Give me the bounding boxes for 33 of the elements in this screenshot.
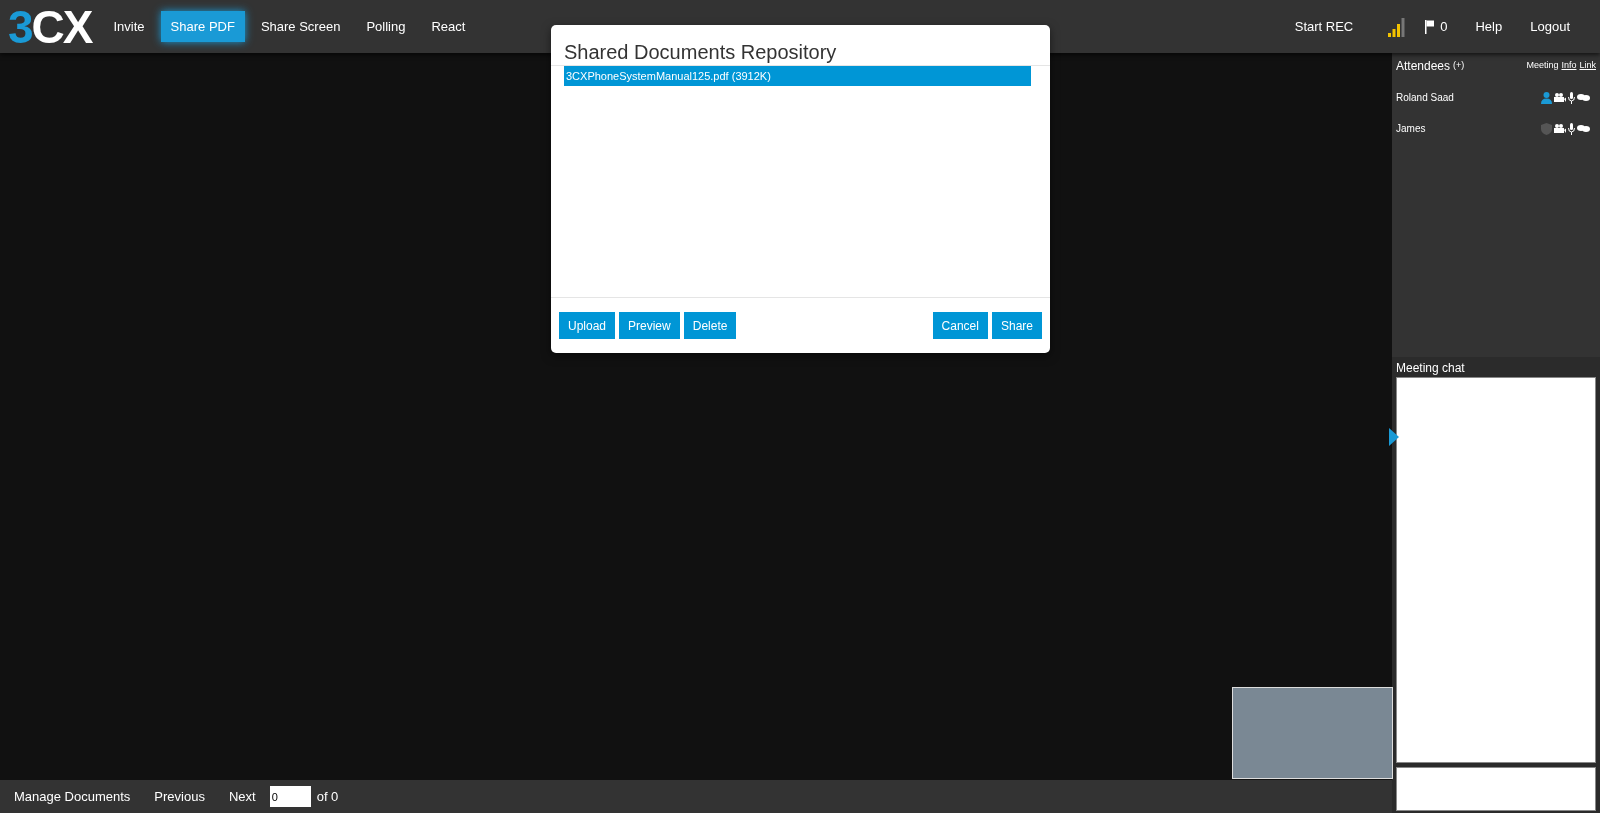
page-number-field[interactable]: 0 — [269, 786, 311, 807]
nav-tab[interactable]: React — [421, 10, 476, 43]
logout-link[interactable]: Logout — [1530, 16, 1570, 37]
manage-documents-link[interactable]: Manage Documents — [14, 786, 131, 807]
attendee-name: James — [1396, 122, 1427, 136]
flag-count: 0 — [1440, 17, 1448, 36]
logo: 3CX — [8, 3, 92, 50]
add-attendee-link[interactable]: (+) — [1453, 59, 1465, 73]
chat-title: Meeting chat — [1396, 361, 1466, 375]
dialog-title: Shared Documents Repository — [564, 42, 837, 62]
start-rec-button[interactable]: Start REC — [1290, 16, 1358, 37]
nav-tab[interactable]: Polling — [356, 10, 416, 43]
microphone-icon — [1568, 122, 1575, 135]
attendees-title: Attendees — [1396, 58, 1451, 75]
page-total: of 0 — [316, 787, 339, 806]
expand-panel-icon[interactable] — [1389, 428, 1399, 446]
chat-icon — [1577, 124, 1590, 133]
microphone-icon — [1568, 91, 1575, 104]
next-link[interactable]: Next — [228, 786, 256, 807]
link-link[interactable]: Link — [1579, 59, 1596, 73]
camera-icon — [1554, 124, 1566, 133]
previous-link[interactable]: Previous — [154, 786, 205, 807]
meeting-label: Meeting — [1526, 59, 1559, 73]
info-link[interactable]: Info — [1561, 59, 1577, 73]
camera-icon — [1554, 93, 1566, 102]
chat-icon — [1577, 93, 1590, 102]
chat-input-field[interactable] — [1396, 767, 1596, 811]
signal-strength-icon — [1387, 15, 1408, 38]
flag-icon — [1425, 19, 1436, 34]
nav-tab[interactable]: Share Screen — [250, 10, 351, 43]
attendee-name: Roland Saad — [1396, 91, 1455, 105]
help-link[interactable]: Help — [1475, 16, 1503, 37]
nav-tab[interactable]: Invite — [103, 10, 155, 43]
